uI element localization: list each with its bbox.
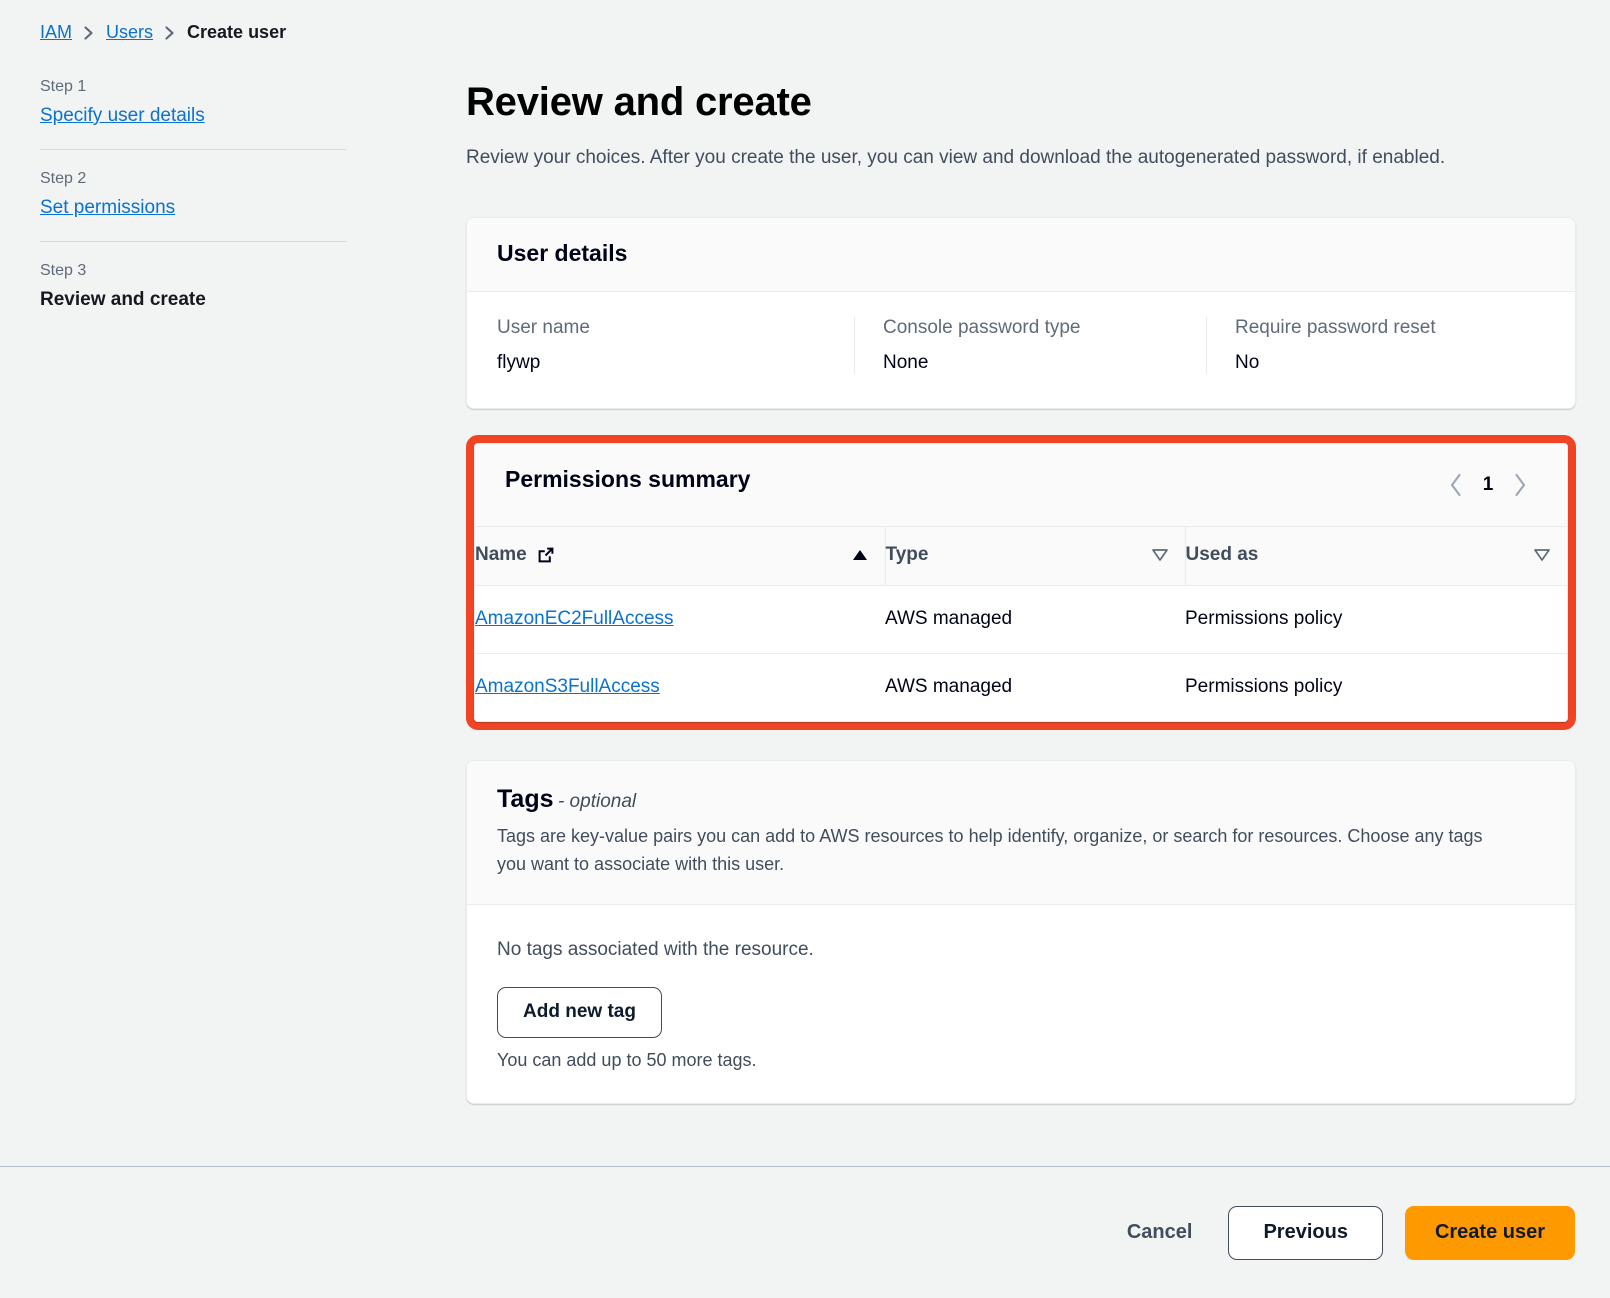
- wizard-footer: Cancel Previous Create user: [0, 1166, 1610, 1298]
- user-details-header: User details: [467, 217, 1575, 292]
- table-row: AmazonS3FullAccess AWS managed Permissio…: [475, 653, 1567, 721]
- chevron-right-icon[interactable]: [1503, 468, 1537, 502]
- tags-body: No tags associated with the resource. Ad…: [467, 905, 1575, 1104]
- cancel-button[interactable]: Cancel: [1113, 1209, 1207, 1256]
- tags-hint: You can add up to 50 more tags.: [497, 1050, 757, 1071]
- tags-description: Tags are key-value pairs you can add to …: [497, 825, 1483, 874]
- breadcrumb: IAM Users Create user: [40, 22, 286, 43]
- main-content: Review and create Review your choices. A…: [466, 80, 1576, 1105]
- table-cell-used-as: Permissions policy: [1185, 675, 1343, 697]
- step-1-number: Step 1: [40, 78, 87, 95]
- external-link-icon: [536, 545, 556, 565]
- breadcrumb-item-users[interactable]: Users: [106, 22, 153, 43]
- field-console-password-type-label: Console password type: [883, 316, 1081, 338]
- previous-button[interactable]: Previous: [1228, 1205, 1383, 1260]
- tags-empty-message: No tags associated with the resource.: [497, 939, 814, 961]
- permissions-summary-card: Permissions summary 1 Name Type Used as …: [474, 442, 1568, 722]
- field-user-name: User name flywp: [497, 317, 854, 374]
- pagination-page-number[interactable]: 1: [1481, 474, 1495, 496]
- breadcrumb-item-iam[interactable]: IAM: [40, 22, 72, 43]
- column-header-name-label: Name: [475, 543, 527, 565]
- table-cell-used-as: Permissions policy: [1185, 585, 1567, 654]
- field-console-password-type: Console password type None: [854, 316, 1206, 374]
- tags-optional-label: - optional: [557, 790, 637, 812]
- chevron-right-icon: [82, 24, 96, 42]
- sort-descending-icon[interactable]: [1533, 548, 1551, 562]
- sort-descending-icon[interactable]: [1151, 548, 1169, 562]
- column-header-used-as[interactable]: Used as: [1184, 526, 1567, 586]
- page-title: Review and create: [466, 80, 812, 124]
- permissions-table-head: Name Type Used as: [475, 526, 1567, 586]
- user-details-fields: User name flywp Console password type No…: [497, 316, 1545, 374]
- user-details-body: User name flywp Console password type No…: [467, 291, 1575, 408]
- tags-header: Tags - optional Tags are key-value pairs…: [467, 760, 1575, 906]
- field-user-name-value: flywp: [497, 351, 541, 373]
- sidebar-step-2: Step 2 Set permissions: [40, 170, 346, 219]
- user-details-card: User details User name flywp Console pas…: [466, 216, 1576, 409]
- permissions-summary-highlight: Permissions summary 1 Name Type Used as …: [466, 434, 1576, 730]
- sidebar-item-specify-user-details[interactable]: Specify user details: [40, 105, 205, 127]
- policy-link-amazonec2fullaccess[interactable]: AmazonEC2FullAccess: [475, 608, 674, 629]
- sort-ascending-icon[interactable]: [851, 548, 869, 562]
- breadcrumb-item-create-user: Create user: [187, 22, 287, 42]
- sidebar-divider: [40, 149, 346, 150]
- table-cell-type: AWS managed: [885, 675, 1013, 697]
- step-2-number: Step 2: [40, 170, 87, 187]
- field-user-name-label: User name: [497, 316, 590, 338]
- add-new-tag-button[interactable]: Add new tag: [497, 987, 662, 1039]
- field-console-password-type-value: None: [883, 351, 929, 373]
- sidebar-step-3: Step 3 Review and create: [40, 262, 346, 311]
- column-header-name[interactable]: Name: [475, 526, 885, 586]
- column-header-used-as-label: Used as: [1185, 543, 1259, 565]
- step-3-number: Step 3: [40, 262, 87, 279]
- permissions-summary-title: Permissions summary: [505, 465, 751, 492]
- create-user-button[interactable]: Create user: [1404, 1205, 1575, 1260]
- column-header-type-label: Type: [885, 543, 929, 565]
- page-description: Review your choices. After you create th…: [466, 147, 1446, 168]
- policy-link-amazons3fullaccess[interactable]: AmazonS3FullAccess: [475, 676, 660, 697]
- chevron-right-icon: [163, 24, 177, 42]
- tags-title: Tags: [497, 784, 554, 813]
- field-require-password-reset-label: Require password reset: [1235, 316, 1436, 338]
- table-row: AmazonEC2FullAccess AWS managed Permissi…: [475, 585, 1567, 654]
- sidebar-item-review-and-create: Review and create: [40, 289, 206, 310]
- table-cell-type: AWS managed: [885, 585, 1185, 654]
- sidebar-step-1: Step 1 Specify user details: [40, 78, 346, 127]
- column-header-type[interactable]: Type: [884, 526, 1185, 586]
- table-header-row: Name Type Used as: [475, 526, 1567, 586]
- table-cell-name: AmazonS3FullAccess: [475, 653, 885, 721]
- tags-card: Tags - optional Tags are key-value pairs…: [466, 759, 1576, 1105]
- permissions-table-body: AmazonEC2FullAccess AWS managed Permissi…: [475, 585, 1567, 721]
- permissions-table: Name Type Used as AmazonEC2FullAccess AW…: [475, 526, 1567, 721]
- sidebar-divider: [40, 241, 346, 242]
- sidebar-item-set-permissions[interactable]: Set permissions: [40, 197, 175, 219]
- wizard-steps-sidebar: Step 1 Specify user details Step 2 Set p…: [40, 78, 346, 311]
- user-details-title: User details: [497, 239, 628, 266]
- field-require-password-reset-value: No: [1235, 351, 1260, 373]
- table-pagination: 1: [1439, 468, 1537, 502]
- chevron-left-icon[interactable]: [1439, 468, 1473, 502]
- field-require-password-reset: Require password reset No: [1206, 316, 1545, 374]
- table-cell-name: AmazonEC2FullAccess: [475, 585, 885, 654]
- permissions-summary-header: Permissions summary 1: [475, 443, 1567, 527]
- iam-create-user-page: IAM Users Create user Step 1 Specify use…: [0, 0, 1610, 1298]
